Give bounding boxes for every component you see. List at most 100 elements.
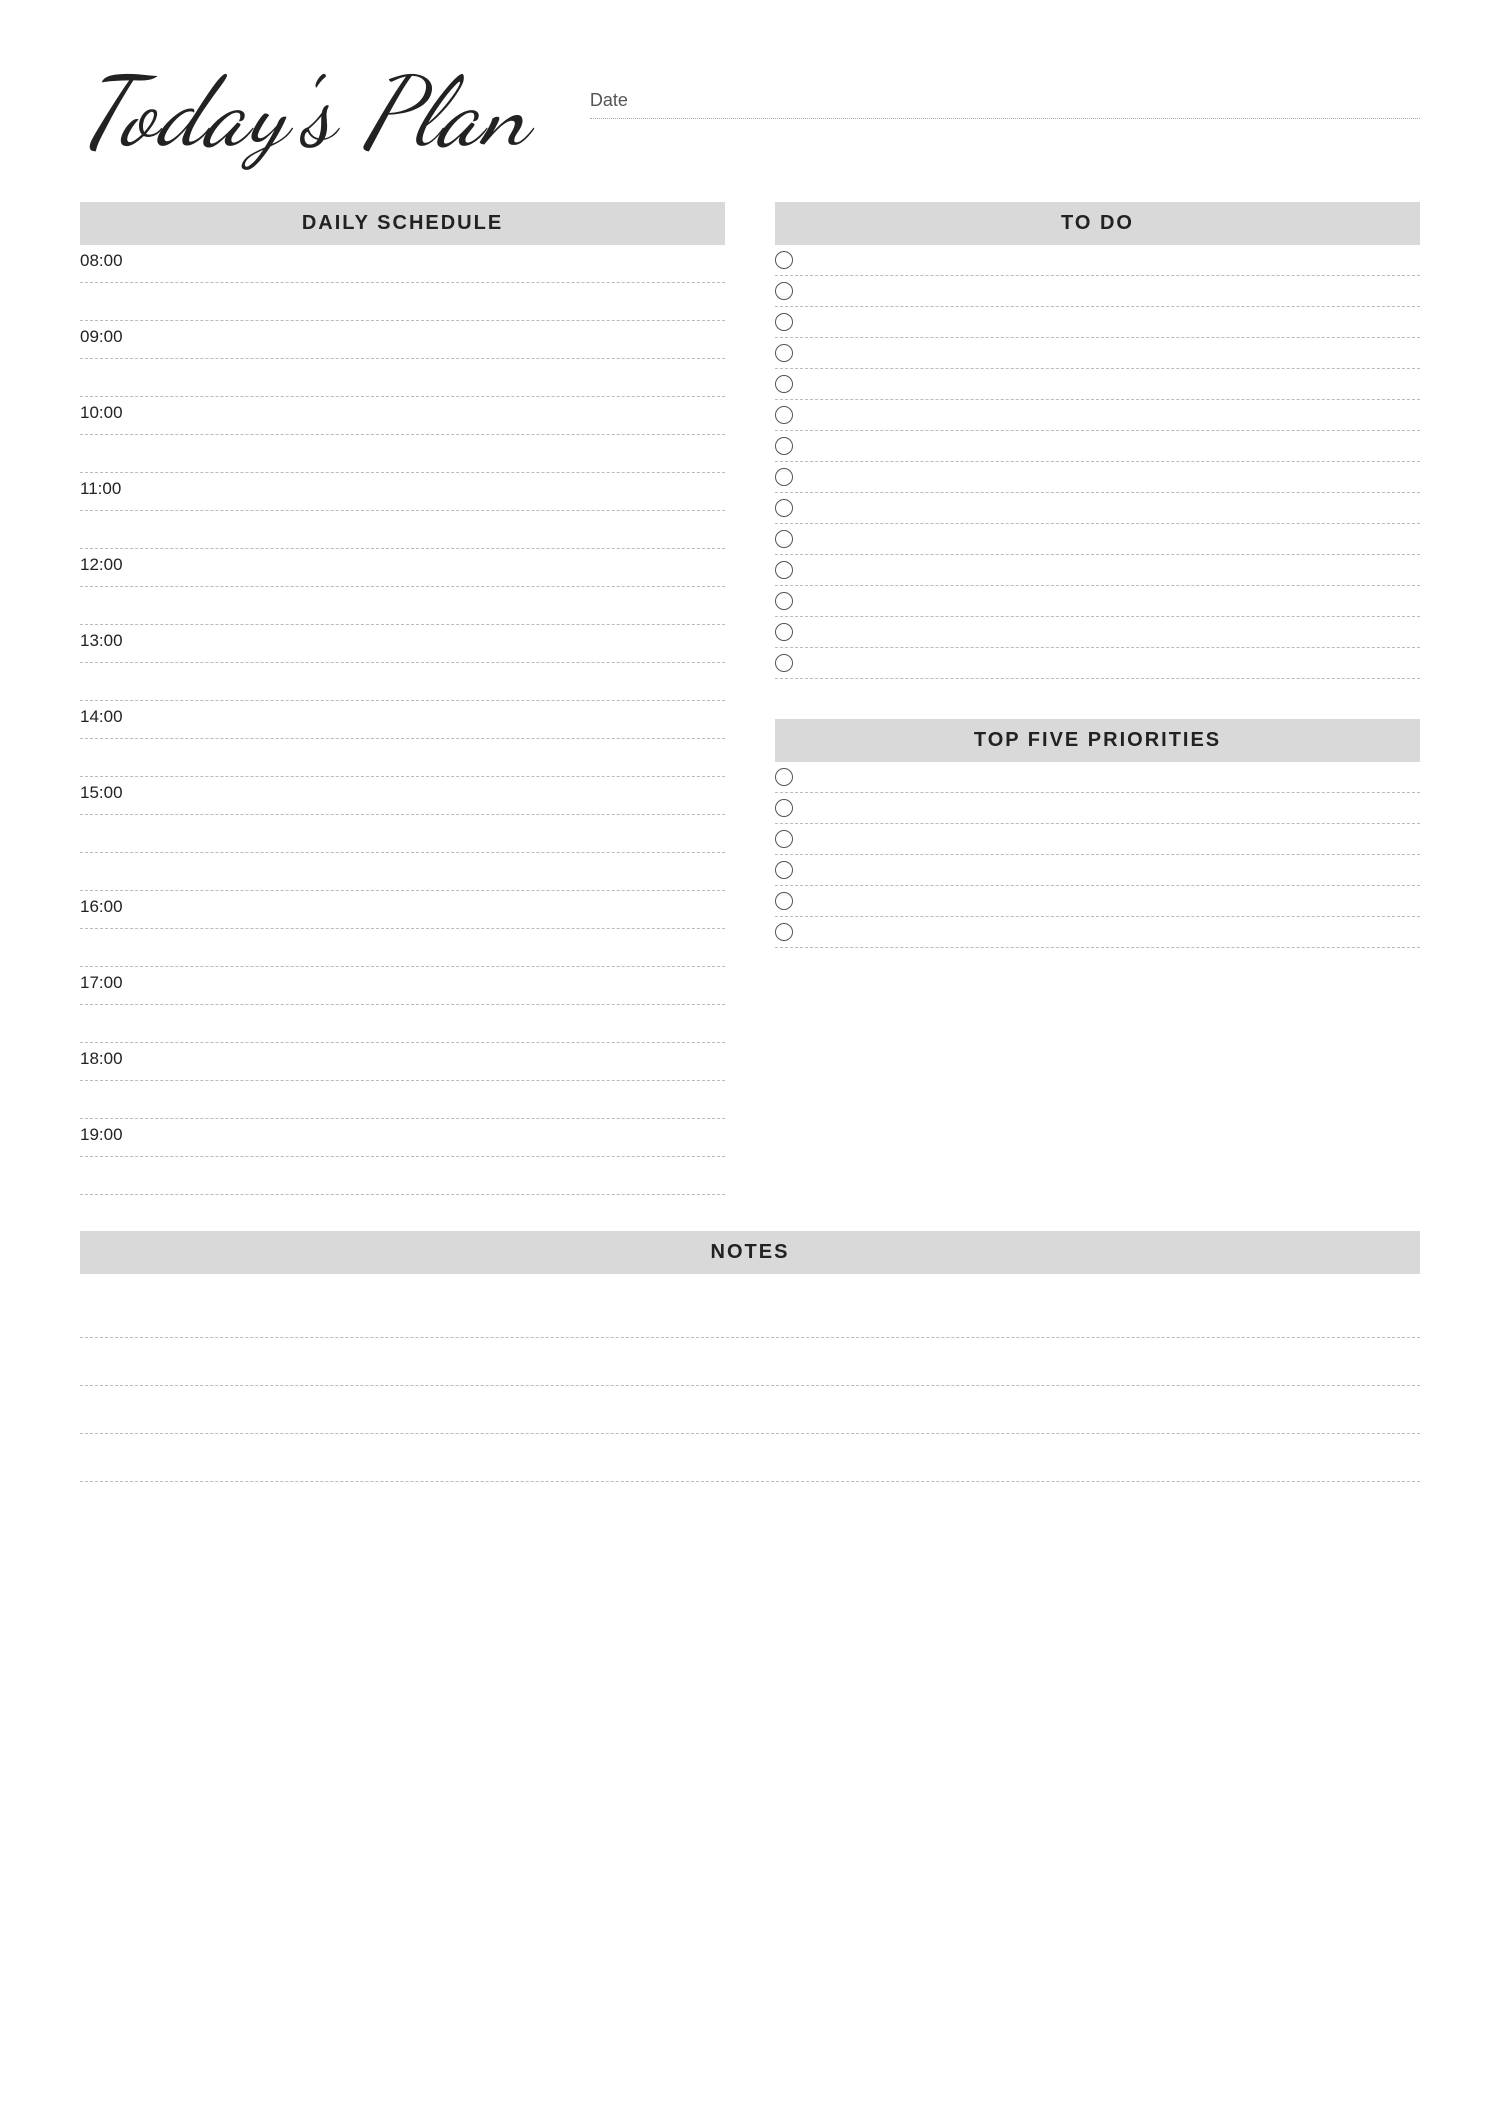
todo-circle-13[interactable] — [775, 623, 793, 641]
schedule-blank-1500a[interactable] — [80, 815, 725, 853]
todo-item-14[interactable] — [775, 648, 1420, 679]
notes-section: NOTES — [80, 1231, 1420, 1482]
todo-line-11[interactable] — [807, 561, 1420, 579]
todo-circle-3[interactable] — [775, 313, 793, 331]
priority-item-4[interactable] — [775, 855, 1420, 886]
todo-circle-8[interactable] — [775, 468, 793, 486]
priority-item-3[interactable] — [775, 824, 1420, 855]
priority-line-5[interactable] — [807, 892, 1420, 910]
todo-line-6[interactable] — [807, 406, 1420, 424]
schedule-row-0800: 08:00 — [80, 245, 725, 283]
schedule-blank-1000[interactable] — [80, 435, 725, 473]
time-label-1100: 11:00 — [80, 479, 121, 498]
main-grid: DAILY SCHEDULE 08:00 09:00 10:00 11:00 1… — [80, 202, 1420, 1482]
priority-item-1[interactable] — [775, 762, 1420, 793]
date-line[interactable] — [590, 117, 1420, 119]
priority-circle-3[interactable] — [775, 830, 793, 848]
schedule-row-1000: 10:00 — [80, 397, 725, 435]
todo-circle-11[interactable] — [775, 561, 793, 579]
todo-item-6[interactable] — [775, 400, 1420, 431]
priority-circle-1[interactable] — [775, 768, 793, 786]
todo-item-2[interactable] — [775, 276, 1420, 307]
priorities-section: TOP FIVE PRIORITIES — [775, 719, 1420, 948]
schedule-blank-1900[interactable] — [80, 1157, 725, 1195]
todo-circle-12[interactable] — [775, 592, 793, 610]
todo-item-8[interactable] — [775, 462, 1420, 493]
priority-item-6[interactable] — [775, 917, 1420, 948]
todo-item-11[interactable] — [775, 555, 1420, 586]
todo-item-10[interactable] — [775, 524, 1420, 555]
schedule-blank-1800[interactable] — [80, 1081, 725, 1119]
schedule-blank-0800[interactable] — [80, 283, 725, 321]
schedule-blank-1400[interactable] — [80, 739, 725, 777]
todo-circle-14[interactable] — [775, 654, 793, 672]
todo-item-5[interactable] — [775, 369, 1420, 400]
priority-item-2[interactable] — [775, 793, 1420, 824]
schedule-blank-1100[interactable] — [80, 511, 725, 549]
todo-line-9[interactable] — [807, 499, 1420, 517]
todo-item-12[interactable] — [775, 586, 1420, 617]
todo-item-7[interactable] — [775, 431, 1420, 462]
notes-line-4[interactable] — [80, 1434, 1420, 1482]
todo-line-2[interactable] — [807, 282, 1420, 300]
todo-line-14[interactable] — [807, 654, 1420, 672]
schedule-blank-0900[interactable] — [80, 359, 725, 397]
priority-circle-4[interactable] — [775, 861, 793, 879]
todo-item-3[interactable] — [775, 307, 1420, 338]
priority-line-1[interactable] — [807, 768, 1420, 786]
priority-line-6[interactable] — [807, 923, 1420, 941]
priority-line-2[interactable] — [807, 799, 1420, 817]
schedule-blank-1300[interactable] — [80, 663, 725, 701]
todo-line-5[interactable] — [807, 375, 1420, 393]
todo-circle-2[interactable] — [775, 282, 793, 300]
todo-line-13[interactable] — [807, 623, 1420, 641]
todo-line-10[interactable] — [807, 530, 1420, 548]
daily-schedule-section: DAILY SCHEDULE 08:00 09:00 10:00 11:00 1… — [80, 202, 725, 1195]
daily-schedule-heading: DAILY SCHEDULE — [80, 202, 725, 245]
todo-line-8[interactable] — [807, 468, 1420, 486]
time-label-1200: 12:00 — [80, 555, 123, 574]
schedule-row-1500: 15:00 — [80, 777, 725, 815]
schedule-row-1900: 19:00 — [80, 1119, 725, 1157]
priority-circle-2[interactable] — [775, 799, 793, 817]
todo-line-1[interactable] — [807, 251, 1420, 269]
todo-line-7[interactable] — [807, 437, 1420, 455]
schedule-blank-1700[interactable] — [80, 1005, 725, 1043]
todo-item-4[interactable] — [775, 338, 1420, 369]
schedule-blank-1200[interactable] — [80, 587, 725, 625]
schedule-blank-1500b[interactable] — [80, 853, 725, 891]
priority-line-4[interactable] — [807, 861, 1420, 879]
priority-item-5[interactable] — [775, 886, 1420, 917]
time-label-0900: 09:00 — [80, 327, 123, 346]
todo-line-12[interactable] — [807, 592, 1420, 610]
priority-line-3[interactable] — [807, 830, 1420, 848]
todo-heading: TO DO — [775, 202, 1420, 245]
priority-circle-6[interactable] — [775, 923, 793, 941]
time-label-1700: 17:00 — [80, 973, 123, 992]
todo-item-1[interactable] — [775, 245, 1420, 276]
todo-item-13[interactable] — [775, 617, 1420, 648]
todo-line-3[interactable] — [807, 313, 1420, 331]
todo-circle-5[interactable] — [775, 375, 793, 393]
time-label-1000: 10:00 — [80, 403, 123, 422]
schedule-row-1800: 18:00 — [80, 1043, 725, 1081]
schedule-row-1200: 12:00 — [80, 549, 725, 587]
notes-line-1[interactable] — [80, 1290, 1420, 1338]
time-label-1600: 16:00 — [80, 897, 123, 916]
todo-circle-10[interactable] — [775, 530, 793, 548]
todo-circle-4[interactable] — [775, 344, 793, 362]
page-title: Today's Plan — [80, 60, 530, 166]
schedule-row-1300: 13:00 — [80, 625, 725, 663]
notes-line-3[interactable] — [80, 1386, 1420, 1434]
todo-circle-9[interactable] — [775, 499, 793, 517]
time-label-1500: 15:00 — [80, 783, 123, 802]
todo-item-9[interactable] — [775, 493, 1420, 524]
schedule-blank-1600[interactable] — [80, 929, 725, 967]
todo-circle-1[interactable] — [775, 251, 793, 269]
notes-line-2[interactable] — [80, 1338, 1420, 1386]
todo-circle-6[interactable] — [775, 406, 793, 424]
schedule-row-1400: 14:00 — [80, 701, 725, 739]
todo-circle-7[interactable] — [775, 437, 793, 455]
todo-line-4[interactable] — [807, 344, 1420, 362]
priority-circle-5[interactable] — [775, 892, 793, 910]
